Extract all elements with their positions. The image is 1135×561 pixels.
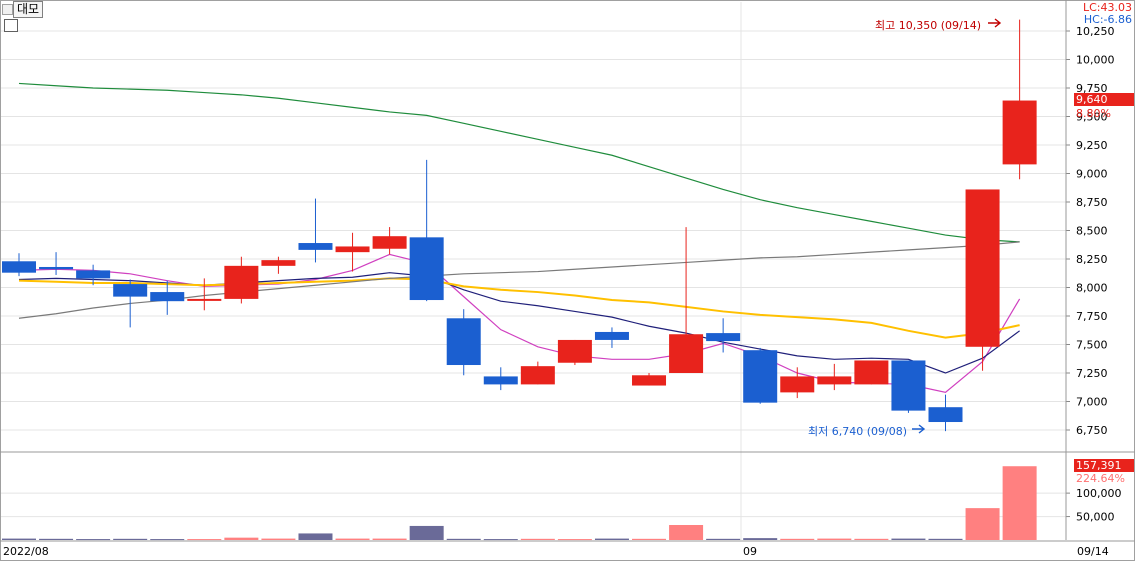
volume-bar bbox=[372, 538, 407, 540]
candle-body bbox=[669, 334, 704, 373]
candle-body bbox=[113, 284, 148, 297]
volume-bar bbox=[76, 539, 111, 541]
candles bbox=[2, 19, 1037, 432]
volume-bar bbox=[1002, 466, 1037, 540]
candle-body bbox=[928, 407, 963, 423]
moving-average-line bbox=[18, 241, 1020, 319]
candle-body bbox=[1002, 100, 1037, 165]
price-tick-label: 7,000 bbox=[1076, 396, 1108, 409]
mode-button[interactable]: 대모 bbox=[13, 1, 44, 18]
x-label-start: 2022/08 bbox=[3, 545, 49, 558]
volume-tick-label: 50,000 bbox=[1076, 511, 1115, 524]
candle-body bbox=[261, 260, 296, 266]
volume-bar bbox=[261, 538, 296, 540]
price-tick-label: 7,750 bbox=[1076, 310, 1108, 323]
volume-bar bbox=[594, 538, 629, 540]
price-tick-label: 6,750 bbox=[1076, 424, 1108, 437]
price-tick-label: 8,000 bbox=[1076, 282, 1108, 295]
price-tick-label: 8,750 bbox=[1076, 196, 1108, 209]
volume-bar bbox=[150, 539, 185, 541]
volume-bar bbox=[965, 508, 1000, 540]
volume-bar bbox=[891, 538, 926, 540]
candle-body bbox=[224, 265, 259, 299]
price-change-pct: 8.80% bbox=[1076, 107, 1111, 120]
candle-body bbox=[187, 298, 222, 301]
volume-bar bbox=[39, 538, 74, 540]
x-label-month: 09 bbox=[743, 545, 757, 558]
candle-body bbox=[298, 243, 333, 250]
candle-body bbox=[483, 376, 518, 385]
candle-body bbox=[891, 360, 926, 411]
candle-body bbox=[372, 236, 407, 249]
price-tick-label: 9,250 bbox=[1076, 139, 1108, 152]
moving-average-line bbox=[18, 82, 1020, 243]
candle-body bbox=[2, 261, 36, 273]
volume-tick-label: 100,000 bbox=[1076, 487, 1122, 500]
price-tick-label: 10,250 bbox=[1076, 25, 1115, 38]
price-tick-label: 7,250 bbox=[1076, 367, 1108, 380]
volume-bar bbox=[113, 538, 148, 540]
outer-border bbox=[0, 0, 1135, 561]
moving-average-lines bbox=[18, 82, 1021, 394]
x-label-end: 09/14 bbox=[1077, 545, 1109, 558]
volume-bar bbox=[557, 539, 592, 541]
volume-bar bbox=[780, 538, 815, 540]
grid-table-icon[interactable] bbox=[4, 19, 18, 32]
candle-body bbox=[743, 350, 778, 403]
volume-bar bbox=[335, 538, 370, 540]
candle-body bbox=[854, 360, 889, 385]
low-arrow bbox=[912, 424, 926, 434]
volume-bar bbox=[817, 538, 852, 540]
volume-bar bbox=[409, 525, 444, 540]
volume-bar bbox=[743, 538, 778, 540]
price-tick-label: 8,250 bbox=[1076, 253, 1108, 266]
volume-bar bbox=[2, 538, 36, 540]
candle-body bbox=[965, 189, 1000, 347]
high-annotation: 최고 10,350 (09/14) bbox=[875, 19, 982, 32]
grid: 10,25010,0009,7509,5009,2509,0008,7508,5… bbox=[0, 2, 1122, 540]
candle-body bbox=[150, 292, 185, 302]
volume-bar bbox=[483, 539, 518, 541]
price-tick-label: 10,000 bbox=[1076, 54, 1115, 67]
candle-body bbox=[817, 376, 852, 385]
candle-body bbox=[409, 237, 444, 301]
volume-bar bbox=[446, 538, 481, 540]
high-arrow bbox=[988, 18, 1002, 28]
volume-change-pct: 224.64% bbox=[1076, 472, 1125, 485]
volume-bar bbox=[669, 525, 704, 540]
candle-body bbox=[632, 375, 667, 386]
candle-body bbox=[557, 339, 592, 363]
current-volume-badge: 157,391 bbox=[1074, 459, 1134, 472]
price-tick-label: 9,000 bbox=[1076, 168, 1108, 181]
volume-bar bbox=[187, 539, 222, 541]
volume-bar bbox=[632, 538, 667, 540]
volume-bar bbox=[854, 538, 889, 540]
candle-body bbox=[335, 246, 370, 253]
candle-body bbox=[594, 331, 629, 340]
volume-bar bbox=[928, 538, 963, 540]
frame bbox=[0, 0, 1135, 561]
candle-body bbox=[520, 366, 555, 385]
stock-chart: 10,25010,0009,7509,5009,2509,0008,7508,5… bbox=[0, 0, 1135, 561]
volume-bar bbox=[706, 538, 741, 540]
candle-body bbox=[780, 376, 815, 393]
low-annotation: 최저 6,740 (09/08) bbox=[808, 425, 908, 438]
volume-bar bbox=[298, 533, 333, 540]
candle-body bbox=[76, 270, 111, 279]
volume-bar bbox=[520, 538, 555, 540]
volume-bars bbox=[2, 466, 1037, 541]
volume-bar bbox=[224, 537, 259, 540]
settings-icon[interactable] bbox=[2, 4, 13, 15]
price-tick-label: 7,500 bbox=[1076, 339, 1108, 352]
price-tick-label: 8,500 bbox=[1076, 225, 1108, 238]
current-price-badge: 9,640 bbox=[1074, 93, 1134, 106]
hc-indicator: HC:-6.86 bbox=[1083, 13, 1132, 26]
candle-body bbox=[706, 333, 741, 342]
candle-body bbox=[446, 318, 481, 366]
candle-body bbox=[39, 266, 74, 270]
